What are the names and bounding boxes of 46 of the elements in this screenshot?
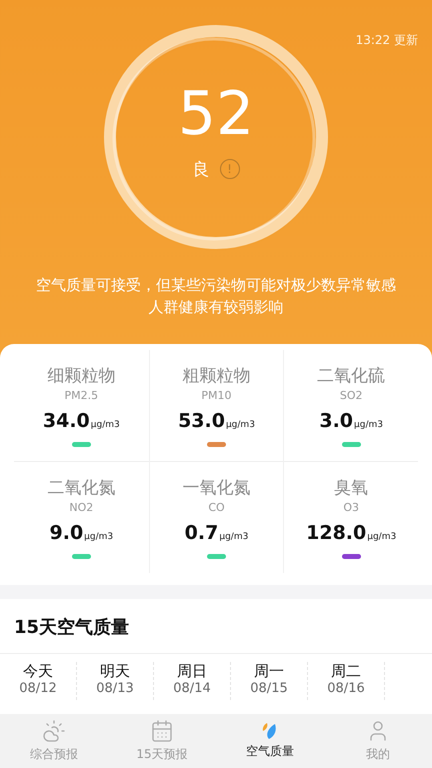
day-name: 今天 [23, 662, 53, 681]
pollutant-name: 细颗粒物 [47, 365, 116, 387]
pollutant-unit: μg/m3 [219, 532, 248, 542]
pollutant-value: 3.0 [319, 410, 354, 432]
pollutant-code: NO2 [69, 501, 94, 514]
advice-text: 空气质量可接受，但某些污染物可能对极少数异常敏感人群健康有较弱影响 [36, 275, 396, 318]
day-date: 08/14 [173, 681, 211, 696]
pollutant-code: O3 [343, 501, 359, 514]
pollutant-unit: μg/m3 [226, 420, 255, 430]
day-name: 明天 [100, 662, 130, 681]
day-name: 周日 [177, 662, 207, 681]
tab-item[interactable]: 15天预报 [108, 714, 216, 768]
pollutant-value: 53.0 [178, 410, 225, 432]
pollutant-name: 粗颗粒物 [182, 365, 250, 387]
section-title: 15天空气质量 [0, 599, 432, 654]
calendar-icon [150, 719, 174, 743]
pollutant-unit: μg/m3 [90, 420, 120, 430]
pollutant-name: 一氧化氮 [182, 477, 250, 499]
tab-item[interactable]: 我的 [324, 714, 432, 768]
day-date: 08/13 [96, 681, 134, 696]
pollutant-code: PM2.5 [64, 389, 98, 402]
aqi-level: 良 [192, 158, 210, 180]
pollutant-code: PM10 [201, 389, 232, 402]
aqi-value: 52 [178, 84, 254, 144]
tab-item[interactable]: 空气质量 [216, 714, 324, 768]
day-name: 周二 [331, 662, 361, 681]
pollutant-name: 二氧化氮 [47, 477, 116, 499]
day-date: 08/16 [327, 681, 365, 696]
tab-item[interactable]: 综合预报 [0, 714, 108, 768]
pollutant-unit: μg/m3 [354, 420, 383, 430]
pollutant-unit: μg/m3 [84, 532, 114, 542]
pollutant-value: 9.0 [50, 522, 84, 544]
pollutant-code: CO [208, 501, 225, 514]
pollutant-name: 二氧化硫 [317, 365, 386, 387]
pollutant-name: 臭氧 [334, 477, 368, 499]
pollutant-value: 128.0 [306, 522, 366, 544]
cloud-sun-icon [42, 719, 66, 743]
pollutant-value: 34.0 [42, 410, 90, 432]
pollutant-code: SO2 [340, 389, 362, 402]
day-date: 08/12 [19, 681, 57, 696]
update-time: 13:22 更新 [356, 32, 418, 49]
pollutant-value: 0.7 [184, 522, 218, 544]
info-icon[interactable]: ! [220, 159, 240, 179]
pollutant-unit: μg/m3 [367, 532, 396, 542]
day-name: 周一 [254, 662, 284, 681]
day-date: 08/15 [250, 681, 288, 696]
